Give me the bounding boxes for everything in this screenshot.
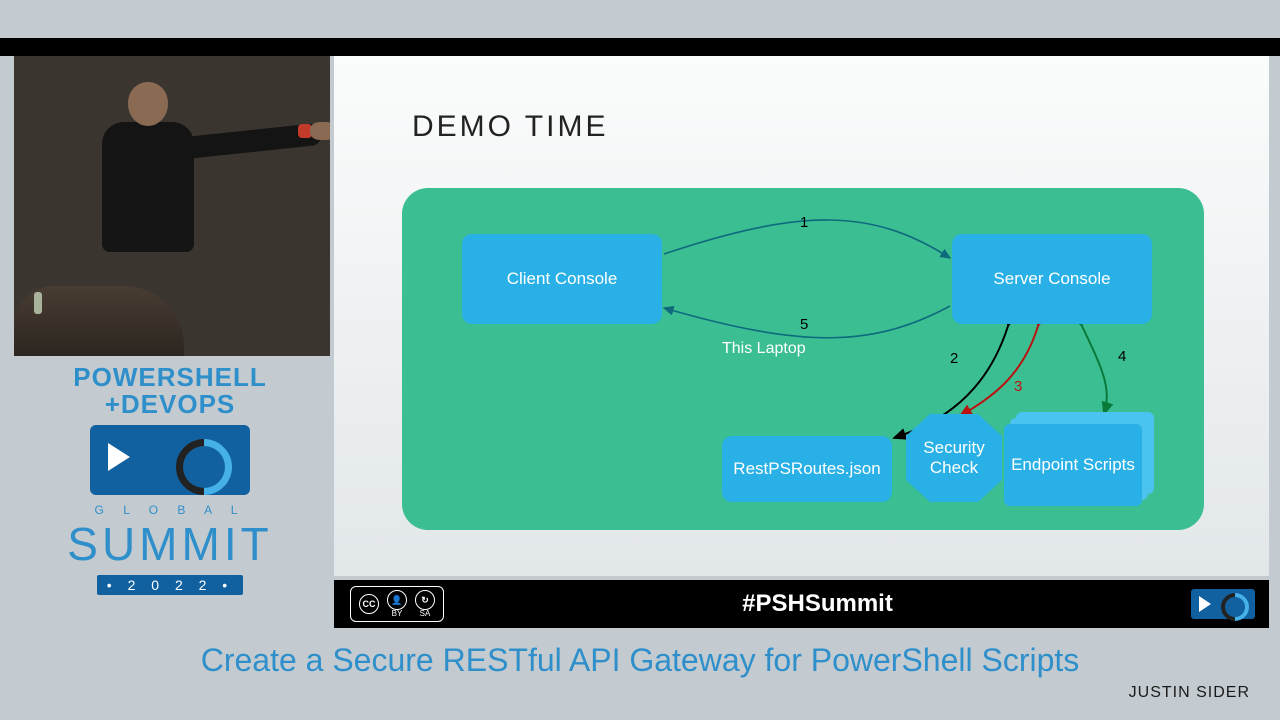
label-this-laptop: This Laptop [722, 340, 806, 358]
arrow-label-3: 3 [1014, 378, 1022, 395]
node-endpoint-label: Endpoint Scripts [1004, 424, 1142, 506]
node-endpoint-scripts: Endpoint Scripts [1004, 412, 1154, 508]
by-icon: 👤 [387, 590, 407, 610]
sa-label: SA [415, 610, 435, 618]
slide: DEMO TIME [334, 56, 1269, 576]
logo-global: G L O B A L [40, 503, 300, 517]
powershell-prompt-icon [1191, 589, 1255, 619]
node-client-console: Client Console [462, 234, 662, 324]
node-routes-json: RestPSRoutes.json [722, 436, 892, 502]
powershell-prompt-icon [90, 425, 250, 495]
by-label: BY [387, 610, 407, 618]
sa-icon: ↻ [415, 590, 435, 610]
footer-bar: CC 👤 BY ↻ SA #PSHSummit [334, 580, 1269, 628]
arrow-label-2: 2 [950, 350, 958, 367]
presenter-video [14, 56, 330, 356]
arrow-label-5: 5 [800, 316, 808, 333]
logo-year: • 2 0 2 2 • [97, 575, 243, 595]
logo-summit: SUMMIT [40, 517, 300, 571]
architecture-diagram: Client Console Server Console RestPSRout… [402, 188, 1204, 530]
letterbox-top [0, 38, 1280, 56]
talk-author: JUSTIN SIDER [1129, 684, 1250, 702]
node-server-console: Server Console [952, 234, 1152, 324]
logo-line2: +DEVOPS [40, 391, 300, 418]
slide-title: DEMO TIME [412, 110, 608, 144]
event-logo: POWERSHELL +DEVOPS G L O B A L SUMMIT • … [40, 364, 300, 595]
arrow-label-1: 1 [800, 214, 808, 231]
cc-license-badge: CC 👤 BY ↻ SA [350, 586, 444, 622]
hashtag: #PSHSummit [444, 590, 1191, 618]
node-security-check: Security Check [906, 414, 1002, 502]
logo-line1: POWERSHELL [40, 364, 300, 391]
talk-title: Create a Secure RESTful API Gateway for … [0, 642, 1280, 679]
arrow-label-4: 4 [1118, 348, 1126, 365]
cc-icon: CC [359, 594, 379, 614]
